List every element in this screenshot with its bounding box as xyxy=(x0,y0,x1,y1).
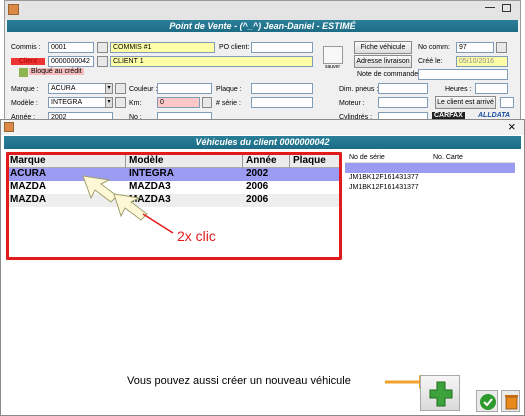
save-label: sauver xyxy=(325,64,341,70)
annotation-line xyxy=(142,213,174,234)
create-new-annotation: Vous pouvez aussi créer un nouveau véhic… xyxy=(127,375,351,387)
client-label: Client xyxy=(11,58,45,65)
plaque-label: Plaque : xyxy=(216,86,242,93)
marque-select[interactable] xyxy=(48,83,113,94)
carfax-logo[interactable]: CARFAX xyxy=(432,112,465,119)
commis-code-field[interactable] xyxy=(48,42,94,53)
window-chrome xyxy=(5,1,520,20)
vehicles-dialog: × Véhicules du client 0000000042 Marque … xyxy=(0,119,525,416)
vehicle-card-icon[interactable] xyxy=(19,68,28,77)
po-client-field[interactable] xyxy=(251,42,313,53)
fiche-vehicule-button[interactable]: Fiche véhicule xyxy=(354,41,412,54)
double-click-annotation: 2x clic xyxy=(177,228,216,244)
heures-label: Heures : xyxy=(445,86,472,93)
couleur-field[interactable] xyxy=(157,83,212,94)
maximize-icon[interactable] xyxy=(502,4,511,12)
modele-label: Modèle : xyxy=(11,100,38,107)
dim-pneus-field[interactable] xyxy=(378,83,428,94)
background-window: Point de Vente - (^_^) Jean-Daniel - EST… xyxy=(4,0,521,123)
extra-field[interactable] xyxy=(500,97,514,108)
moteur-label: Moteur : xyxy=(339,100,365,107)
cree-le-field[interactable] xyxy=(456,56,508,67)
marque-label: Marque : xyxy=(11,86,39,93)
serie-field[interactable] xyxy=(251,97,313,108)
km-label: Km: xyxy=(129,100,142,107)
trash-icon xyxy=(505,395,518,410)
modele-select[interactable] xyxy=(48,97,113,108)
pointer-arrow-icon xyxy=(113,193,148,221)
marque-dropdown-arrow[interactable]: ▾ xyxy=(105,83,113,94)
no-comm-field[interactable] xyxy=(456,42,494,53)
commis-name-field[interactable] xyxy=(110,42,215,53)
pointer-arrow-icon xyxy=(82,175,118,203)
plaque-field[interactable] xyxy=(251,83,313,94)
client-arrive-button[interactable]: Le client est arrivé xyxy=(435,96,496,109)
cancel-button[interactable] xyxy=(501,390,520,412)
po-client-label: PO client: xyxy=(219,44,250,51)
no-comm-lookup-icon[interactable] xyxy=(496,42,507,53)
client-lookup-icon[interactable] xyxy=(97,56,108,67)
blocked-badge: Bloqué au crédit xyxy=(29,68,84,75)
commis-lookup-icon[interactable] xyxy=(97,42,108,53)
heures-field[interactable] xyxy=(475,83,508,94)
no-comm-label: No comm: xyxy=(418,44,450,51)
commis-label: Commis : xyxy=(11,44,41,51)
couleur-label: Couleur : xyxy=(129,86,158,93)
km-field[interactable] xyxy=(157,97,200,108)
note-commande-field[interactable] xyxy=(418,69,508,80)
alldata-logo[interactable]: ALLDATA xyxy=(478,112,510,119)
confirm-button[interactable] xyxy=(476,390,498,412)
window-title-bar: Point de Vente - (^_^) Jean-Daniel - EST… xyxy=(7,20,518,32)
modele-lookup-icon[interactable] xyxy=(115,97,126,108)
adresse-livraison-button[interactable]: Adresse livraison xyxy=(354,55,412,68)
check-circle-icon xyxy=(480,394,496,410)
minimize-icon[interactable] xyxy=(485,6,495,8)
serie-label: # série : xyxy=(216,100,241,107)
save-icon[interactable] xyxy=(323,46,343,64)
client-code-field[interactable] xyxy=(48,56,94,67)
annotation-arrows xyxy=(82,175,433,389)
cree-le-label: Créé le: xyxy=(418,58,443,65)
marque-lookup-icon[interactable] xyxy=(115,83,126,94)
app-icon xyxy=(8,4,19,15)
modele-dropdown-arrow[interactable]: ▾ xyxy=(105,97,113,108)
note-commande-label: Note de commande xyxy=(357,71,419,78)
moteur-field[interactable] xyxy=(378,97,428,108)
dim-pneus-label: Dim. pneus : xyxy=(339,86,379,93)
add-vehicle-button[interactable] xyxy=(420,375,460,411)
plus-icon xyxy=(429,381,453,407)
client-name-field[interactable] xyxy=(110,56,313,67)
km-lookup-icon[interactable] xyxy=(202,97,212,108)
